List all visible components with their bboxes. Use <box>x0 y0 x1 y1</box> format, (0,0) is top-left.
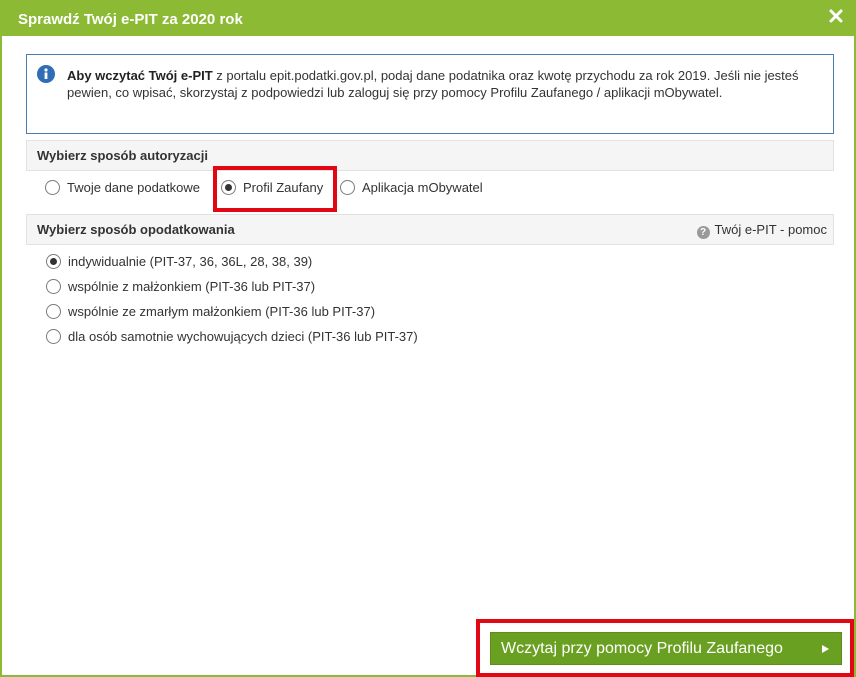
info-text: Aby wczytać Twój e-PIT z portalu epit.po… <box>67 67 807 101</box>
radio-unchecked-icon[interactable] <box>46 329 61 344</box>
submit-profil-zaufany-button[interactable]: Wczytaj przy pomocy Profilu Zaufanego <box>490 632 842 665</box>
close-icon[interactable] <box>828 8 844 24</box>
dialog-titlebar: Sprawdź Twój e-PIT za 2020 rok <box>2 2 854 36</box>
auth-option-label: Twoje dane podatkowe <box>67 180 200 195</box>
radio-unchecked-icon[interactable] <box>46 279 61 294</box>
auth-option-mobywatel[interactable]: Aplikacja mObywatel <box>340 180 483 195</box>
epit-dialog: Sprawdź Twój e-PIT za 2020 rok Aby wczyt… <box>0 0 856 677</box>
radio-unchecked-icon[interactable] <box>46 304 61 319</box>
info-box: Aby wczytać Twój e-PIT z portalu epit.po… <box>26 54 834 134</box>
info-icon <box>37 65 55 83</box>
auth-section-header: Wybierz sposób autoryzacji <box>26 140 834 171</box>
submit-button-label: Wczytaj przy pomocy Profilu Zaufanego <box>501 640 783 657</box>
taxation-option-single-parent[interactable]: dla osób samotnie wychowujących dzieci (… <box>46 329 418 344</box>
dialog-title: Sprawdź Twój e-PIT za 2020 rok <box>18 11 243 28</box>
taxation-option-label: dla osób samotnie wychowujących dzieci (… <box>68 329 418 344</box>
taxation-option-joint-deceased[interactable]: wspólnie ze zmarłym małżonkiem (PIT-36 l… <box>46 304 375 319</box>
taxation-option-joint-spouse[interactable]: wspólnie z małżonkiem (PIT-36 lub PIT-37… <box>46 279 315 294</box>
taxation-option-label: indywidualnie (PIT-37, 36, 36L, 28, 38, … <box>68 254 313 269</box>
auth-option-label: Aplikacja mObywatel <box>362 180 483 195</box>
taxation-option-label: wspólnie ze zmarłym małżonkiem (PIT-36 l… <box>68 304 376 319</box>
help-label: Twój e-PIT - pomoc <box>714 222 827 237</box>
info-lead: Aby wczytać Twój e-PIT <box>67 68 213 83</box>
radio-checked-icon[interactable] <box>46 254 61 269</box>
radio-unchecked-icon[interactable] <box>45 180 60 195</box>
highlight-profil-zaufany <box>213 166 337 212</box>
taxation-section-title: Wybierz sposób opodatkowania <box>37 222 235 237</box>
taxation-option-individual[interactable]: indywidualnie (PIT-37, 36, 36L, 28, 38, … <box>46 254 312 269</box>
taxation-section-header: Wybierz sposób opodatkowania ? Twój e-PIT… <box>26 214 834 245</box>
help-link[interactable]: ? Twój e-PIT - pomoc <box>696 222 827 239</box>
radio-unchecked-icon[interactable] <box>340 180 355 195</box>
help-icon: ? <box>696 226 710 239</box>
taxation-option-label: wspólnie z małżonkiem (PIT-36 lub PIT-37… <box>68 279 316 294</box>
auth-option-tax-data[interactable]: Twoje dane podatkowe <box>45 180 200 195</box>
auth-section-title: Wybierz sposób autoryzacji <box>37 148 208 163</box>
arrow-right-icon <box>822 645 829 653</box>
